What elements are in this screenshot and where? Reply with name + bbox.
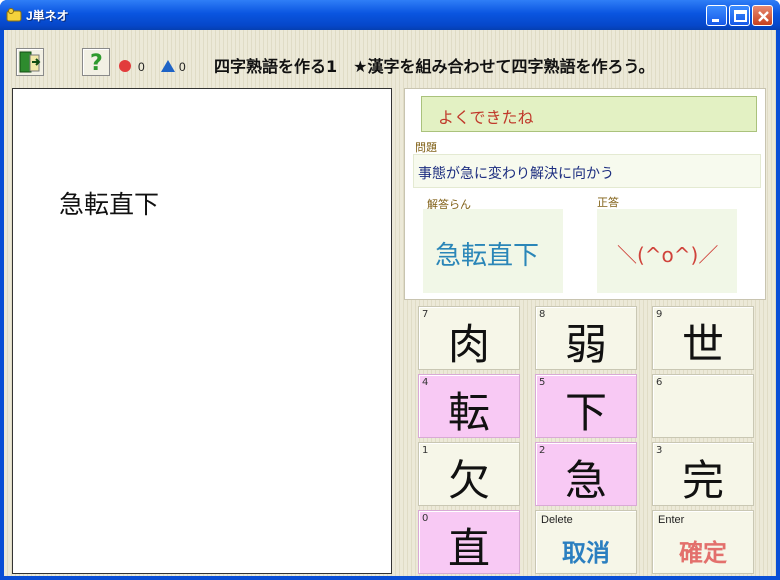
question-box: 事態が急に変わり解決に向かう (413, 154, 761, 188)
key-8[interactable]: 8 弱 (535, 306, 637, 370)
key-number: 6 (656, 377, 663, 388)
key-kanji: 欠 (447, 456, 490, 505)
enter-key-hint: Enter (658, 514, 685, 526)
enter-button[interactable]: Enter 確定 (652, 510, 754, 574)
correct-count: 0 (138, 60, 145, 74)
key-kanji: 下 (564, 388, 607, 437)
key-2[interactable]: 2 急 (535, 442, 637, 506)
title-bar[interactable]: J単ネオ (0, 0, 780, 30)
delete-key-hint: Delete (541, 514, 573, 526)
close-button[interactable] (752, 5, 773, 26)
delete-button[interactable]: Delete 取消 (535, 510, 637, 574)
key-3[interactable]: 3 完 (652, 442, 754, 506)
enter-label: 確定 (679, 539, 727, 567)
app-icon (6, 8, 22, 22)
key-4[interactable]: 4 転 (418, 374, 520, 438)
feedback-box: よくできたね (421, 96, 757, 132)
key-kanji: 急 (564, 456, 607, 505)
correct-box: ＼(^o^)／ (597, 209, 737, 293)
triangle-icon (161, 60, 175, 72)
question-text: 事態が急に変わり解決に向かう (418, 166, 614, 182)
key-kanji: 肉 (447, 320, 490, 369)
answer-word: 急転直下 (59, 190, 160, 219)
key-6[interactable]: 6 (652, 374, 754, 438)
answer-text: 急転直下 (435, 241, 540, 271)
delete-label: 取消 (562, 539, 610, 567)
client-area: ? 0 0 四字熟語を作る1 ★漢字を組み合わせて四字熟語を作ろう。 急転直下 … (4, 30, 776, 576)
correct-text: ＼(^o^)／ (617, 243, 719, 267)
svg-text:?: ? (90, 51, 103, 75)
exit-door-icon (19, 51, 41, 73)
question-label: 問題 (415, 141, 437, 154)
key-0[interactable]: 0 直 (418, 510, 520, 574)
maximize-icon (734, 10, 747, 22)
feedback-message: よくできたね (438, 108, 534, 127)
help-button[interactable]: ? (82, 48, 110, 76)
key-5[interactable]: 5 下 (535, 374, 637, 438)
key-kanji: 直 (447, 524, 490, 573)
window-title: J単ネオ (26, 9, 69, 23)
circle-icon (119, 60, 131, 72)
minimize-button[interactable] (706, 5, 727, 26)
key-7[interactable]: 7 肉 (418, 306, 520, 370)
answer-box: 急転直下 (423, 209, 563, 293)
key-1[interactable]: 1 欠 (418, 442, 520, 506)
info-panel: よくできたね 問題 事態が急に変わり解決に向かう 解答らん 正答 急転直下 ＼(… (404, 88, 766, 300)
wrong-count: 0 (179, 60, 186, 74)
minimize-icon (712, 19, 719, 22)
toolbar: ? 0 0 四字熟語を作る1 ★漢字を組み合わせて四字熟語を作ろう。 (4, 30, 776, 88)
close-icon (758, 11, 769, 22)
key-kanji: 完 (681, 456, 724, 505)
key-kanji: 転 (447, 388, 490, 437)
instruction-text: 四字熟語を作る1 ★漢字を組み合わせて四字熟語を作ろう。 (214, 57, 655, 76)
exit-button[interactable] (16, 48, 44, 76)
key-kanji: 世 (681, 320, 724, 369)
app-window: J単ネオ ? 0 0 四字熟語を作る1 ★漢字を組み合わせて四字熟語を作ろう。 … (0, 0, 780, 580)
maximize-button[interactable] (729, 5, 750, 26)
correct-label: 正答 (597, 196, 619, 209)
question-mark-icon: ? (90, 51, 103, 76)
key-9[interactable]: 9 世 (652, 306, 754, 370)
answer-display-panel: 急転直下 (12, 88, 392, 574)
key-kanji: 弱 (564, 320, 607, 369)
